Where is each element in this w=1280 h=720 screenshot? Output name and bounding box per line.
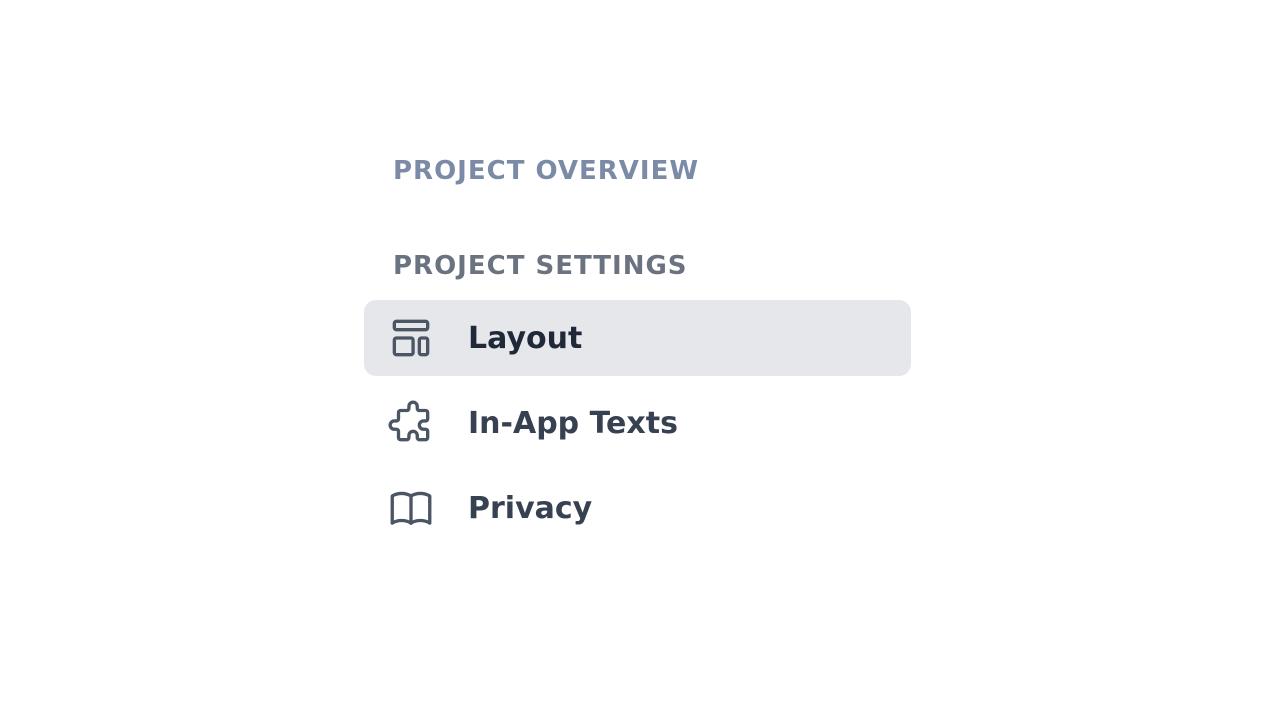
settings-menu: Layout In-App Texts Privacy [364, 300, 911, 546]
project-settings-heading: PROJECT SETTINGS [393, 251, 688, 281]
template-icon [386, 313, 436, 363]
project-nav: PROJECT OVERVIEW PROJECT SETTINGS Layout… [364, 145, 911, 555]
nav-item-privacy[interactable]: Privacy [364, 470, 911, 546]
book-open-icon [386, 483, 436, 533]
puzzle-icon [386, 398, 436, 448]
nav-item-label: Layout [468, 320, 583, 356]
nav-item-in-app-texts[interactable]: In-App Texts [364, 385, 911, 461]
nav-item-layout[interactable]: Layout [364, 300, 911, 376]
nav-item-label: In-App Texts [468, 405, 678, 441]
nav-item-label: Privacy [468, 490, 593, 526]
project-overview-link[interactable]: PROJECT OVERVIEW [364, 145, 911, 197]
